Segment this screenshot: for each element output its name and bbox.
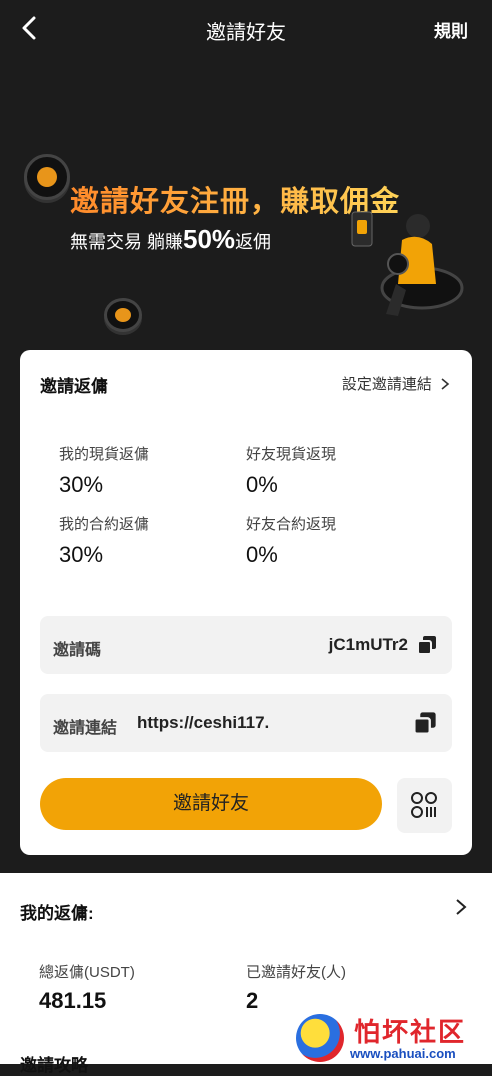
coin-icon — [104, 298, 142, 332]
card-title: 邀請返傭 — [40, 377, 108, 396]
invite-link-value: https://ceshi117. — [137, 713, 270, 732]
invite-link-field: 邀請連結 https://ceshi117. — [40, 694, 452, 752]
page-title: 邀請好友 — [206, 22, 286, 44]
qr-code-button[interactable] — [397, 778, 452, 833]
friend-spot-cashback-value: 0% — [246, 472, 278, 497]
banner-sub-prefix: 無需交易 躺賺 — [70, 232, 184, 252]
person-with-phone-illustration — [351, 211, 464, 316]
top-bar: 邀請好友 規則 — [0, 0, 492, 56]
invite-link-label: 邀請連結 — [53, 720, 118, 737]
friend-contract-cashback-value: 0% — [246, 542, 278, 567]
invite-friends-button[interactable]: 邀請好友 — [40, 778, 382, 830]
qr-code-icon — [411, 792, 437, 818]
my-rebate-title: 我的返傭: — [20, 904, 94, 923]
chevron-right-icon[interactable] — [452, 897, 470, 917]
coin-icon — [24, 154, 70, 200]
rules-link[interactable]: 規則 — [434, 17, 468, 42]
copy-icon[interactable] — [412, 710, 438, 736]
friend-contract-cashback-label: 好友合約返現 — [246, 516, 337, 533]
invite-code-label: 邀請碼 — [53, 642, 102, 659]
chevron-right-icon — [441, 378, 450, 390]
banner-sub-highlight: 50% — [183, 224, 236, 254]
set-invite-link-label: 設定邀請連結 — [341, 376, 432, 393]
banner-subline: 無需交易 躺賺50%返佣 — [70, 224, 271, 255]
copy-icon[interactable] — [416, 634, 438, 656]
site-watermark: 怕坏社区 www.pahuai.com — [294, 1012, 482, 1064]
my-spot-rebate-label: 我的現貨返傭 — [59, 446, 150, 463]
my-spot-rebate-value: 30% — [59, 472, 104, 497]
my-contract-rebate-label: 我的合約返傭 — [59, 516, 150, 533]
my-contract-rebate-value: 30% — [59, 542, 104, 567]
invited-friends-label: 已邀請好友(人) — [246, 964, 346, 981]
invite-rebate-card: 邀請返傭 設定邀請連結 我的現貨返傭 30% 好友現貨返現 0% 我的合約返傭 … — [20, 350, 472, 855]
invite-code-field: 邀請碼 jC1mUTr2 — [40, 616, 452, 674]
total-rebate-label: 總返傭(USDT) — [39, 964, 135, 981]
total-rebate-value: 481.15 — [39, 988, 107, 1013]
watermark-text: 怕坏社区 — [354, 1017, 467, 1047]
banner-sub-suffix: 返佣 — [235, 232, 272, 252]
set-invite-link[interactable]: 設定邀請連結 — [342, 373, 450, 394]
friend-spot-cashback-label: 好友現貨返現 — [246, 446, 337, 463]
watermark-url: www.pahuai.com — [350, 1046, 456, 1061]
watermark-logo — [296, 1014, 344, 1062]
promo-banner: 邀請好友注冊，賺取佣金 無需交易 躺賺50%返佣 — [0, 140, 492, 350]
invited-friends-value: 2 — [246, 988, 259, 1013]
invite-code-value: jC1mUTr2 — [328, 635, 408, 654]
